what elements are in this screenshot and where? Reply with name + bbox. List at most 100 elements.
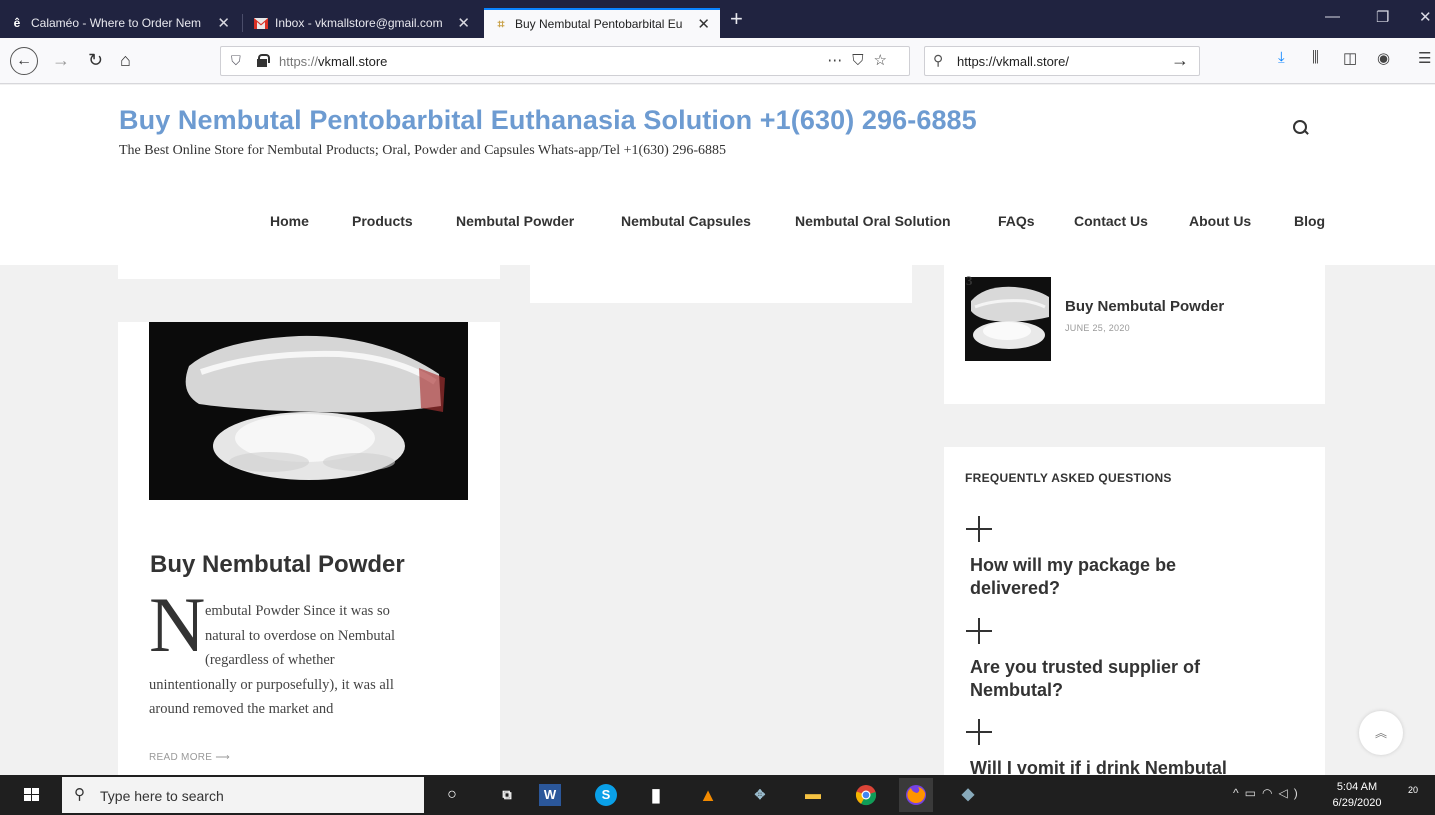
pocket-icon[interactable]: ⛉ [852,52,873,69]
nav-contact-us[interactable]: Contact Us [1074,213,1148,229]
skype-icon[interactable]: S [595,784,617,806]
nav-faqs[interactable]: FAQs [998,213,1035,229]
header-search-icon[interactable] [1293,120,1309,136]
notification-center-icon[interactable]: 20 [1408,785,1428,805]
taskbar-search-box[interactable]: ⚲ Type here to search [62,777,424,813]
search-input[interactable]: https://vkmall.store/ [957,54,1069,69]
calameo-icon: ê [13,16,21,30]
post-thumbnail[interactable] [149,322,468,500]
browser-toolbar: ← → ↻ ⌂ ⛉ https://vkmall.store ⋯⛉☆ ⚲ htt… [0,38,1435,84]
chrome-icon[interactable] [855,784,877,806]
shield-icon[interactable]: ⛉ [231,53,241,69]
gmail-icon [254,16,268,30]
excerpt-line: around removed the market and [149,701,334,717]
page-actions: ⋯⛉☆ [827,51,897,69]
scroll-to-top-button[interactable]: ︽ [1359,711,1403,755]
chevron-up-icon: ︽ [1374,726,1387,740]
taskbar-search-placeholder[interactable]: Type here to search [100,788,224,804]
url-text[interactable]: https://vkmall.store [279,54,387,69]
battery-icon[interactable]: ▭ [1245,786,1262,800]
plus-icon[interactable] [966,618,992,644]
excerpt-line: natural to overdose on Nembutal [205,627,396,644]
notepad-icon[interactable]: ▮ [645,784,667,806]
firefox-icon[interactable] [899,778,933,812]
restore-icon[interactable]: ❐ [1376,8,1389,26]
nav-nembutal-oral-solution[interactable]: Nembutal Oral Solution [795,213,951,229]
post-title[interactable]: Buy Nembutal Powder [150,551,405,579]
forward-arrow-icon[interactable]: → [52,48,70,72]
wifi-icon[interactable]: ◠ [1262,786,1278,800]
faq-question[interactable]: Will I vomit if i drink Nembutal [970,757,1270,775]
minimize-icon[interactable]: — [1325,8,1340,25]
download-icon[interactable]: ⤓ [1278,49,1285,66]
faq-question[interactable]: Are you trusted supplier of Nembutal? [970,656,1270,702]
read-more-link[interactable]: READ MORE ⟶ [149,752,230,763]
account-icon[interactable]: ◉ [1377,49,1390,67]
taskbar-clock[interactable]: 5:04 AM 6/29/2020 [1330,779,1384,811]
more-actions-icon[interactable]: ⋯ [827,52,852,69]
file-explorer-icon[interactable]: ▬ [802,784,824,806]
tab-calameo[interactable]: ê Calaméo - Where to Order Nem ✕ [0,8,240,38]
tab-close-icon[interactable]: ✕ [217,14,230,32]
address-bar[interactable]: ⛉ https://vkmall.store ⋯⛉☆ [220,46,910,76]
library-icon[interactable]: ⫼ [1312,49,1319,66]
post-card: Buy Nembutal Powder N embutal Powder Sin… [118,322,500,775]
tab-close-icon[interactable]: ✕ [457,14,470,32]
nav-nembutal-powder[interactable]: Nembutal Powder [456,213,574,229]
back-arrow-icon[interactable]: ← [10,47,38,75]
word-icon[interactable]: W [539,784,561,806]
tab-vkmall-active[interactable]: ⌗ Buy Nembutal Pentobarbital Eu ✕ [484,8,720,38]
windows-start-icon[interactable] [24,788,40,802]
system-tray[interactable]: ^▭◠◁) [1233,786,1304,800]
nav-products[interactable]: Products [352,213,413,229]
cortana-icon[interactable]: ○ [441,784,463,806]
site-description: The Best Online Store for Nembutal Produ… [119,143,726,158]
bookmark-star-icon[interactable]: ☆ [874,52,897,69]
tab-separator [242,14,243,32]
nav-blog[interactable]: Blog [1294,213,1325,229]
plus-icon[interactable] [966,719,992,745]
menu-icon[interactable]: ☰ [1418,49,1431,67]
recent-posts-widget: 3 Buy Nembutal Powder JUNE 25, 2020 [944,265,1325,404]
post-card-partial [118,265,500,279]
site-icon: ⌗ [497,16,505,31]
tab-gmail[interactable]: Inbox - vkmallstore@gmail.com ✕ [244,8,480,38]
lock-icon[interactable] [257,54,270,67]
nav-home[interactable]: Home [270,213,309,229]
browser-tab-bar: ê Calaméo - Where to Order Nem ✕ Inbox -… [0,0,1435,38]
reload-icon[interactable]: ↻ [88,48,103,72]
faq-widget: FREQUENTLY ASKED QUESTIONS How will my p… [944,447,1325,775]
go-arrow-icon[interactable]: → [1171,50,1189,71]
excerpt-line: unintentionally or purposefully), it was… [149,676,394,693]
url-protocol: https:// [279,54,319,69]
page-content: Buy Nembutal Pentobarbital Euthanasia So… [0,85,1435,775]
task-view-icon[interactable]: ⧉ [496,784,518,806]
post-excerpt: embutal Powder Since it was so natural t… [149,599,469,722]
volume-icon[interactable]: ◁) [1278,786,1303,800]
url-host: vkmall.store [318,54,388,69]
tab-title: Buy Nembutal Pentobarbital Eu [515,17,683,31]
tab-close-icon[interactable]: ✕ [697,15,710,33]
faq-question[interactable]: How will my package be delivered? [970,554,1270,600]
app-icon-2[interactable]: ◆ [957,784,979,806]
window-close-icon[interactable]: ✕ [1419,8,1432,26]
plus-icon[interactable] [966,516,992,542]
arrow-right-icon: ⟶ [215,752,230,763]
recent-post-thumbnail[interactable] [965,277,1051,361]
clock-date: 6/29/2020 [1332,797,1382,809]
sidebar-icon[interactable]: ◫ [1343,49,1357,67]
clock-time: 5:04 AM [1336,781,1378,793]
excerpt-line: (regardless of whether [205,652,335,668]
search-icon: ⚲ [933,52,944,68]
nav-nembutal-capsules[interactable]: Nembutal Capsules [621,213,751,229]
site-title[interactable]: Buy Nembutal Pentobarbital Euthanasia So… [119,105,977,136]
chevron-up-icon[interactable]: ^ [1233,786,1245,800]
nav-about-us[interactable]: About Us [1189,213,1251,229]
search-bar[interactable]: ⚲ https://vkmall.store/ → [924,46,1200,76]
recent-post-title[interactable]: Buy Nembutal Powder [1065,298,1224,315]
app-icon[interactable]: ✥ [749,784,771,806]
home-icon[interactable]: ⌂ [120,48,131,72]
new-tab-icon[interactable]: + [730,6,743,32]
vlc-icon[interactable]: ▲ [697,784,719,806]
post-card-partial [530,265,912,303]
